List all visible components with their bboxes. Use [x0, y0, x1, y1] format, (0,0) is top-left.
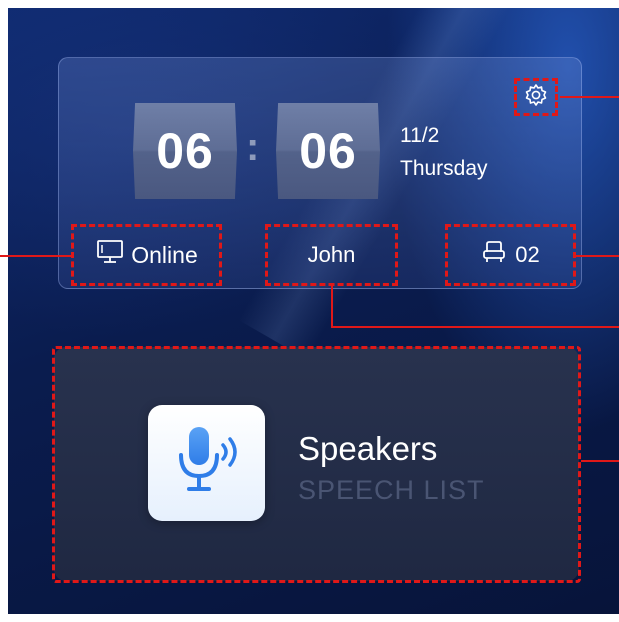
callout-line-seat	[576, 255, 619, 257]
callout-line-user-horizontal	[331, 326, 619, 328]
seat-number-button[interactable]: 02	[445, 224, 576, 286]
gear-icon	[524, 83, 548, 112]
clock-minutes: 06	[276, 103, 380, 199]
speakers-title: Speakers	[298, 430, 438, 467]
connection-status[interactable]: Online	[71, 224, 222, 286]
microphone-icon	[169, 421, 245, 506]
connection-status-label: Online	[131, 241, 198, 268]
callout-line-user-vertical	[331, 286, 333, 328]
seat-icon	[481, 240, 507, 270]
date-weekday: Thursday	[400, 157, 488, 180]
user-name-label: John	[307, 242, 356, 267]
monitor-icon	[95, 239, 125, 271]
clock-separator: :	[246, 125, 260, 169]
date-day: 11/2	[400, 124, 440, 147]
seat-number-label: 02	[515, 242, 540, 267]
user-name-button[interactable]: John	[265, 224, 398, 286]
callout-line-online	[0, 255, 71, 257]
callout-line-speakers	[581, 460, 619, 462]
settings-button[interactable]	[514, 78, 558, 116]
clock-hours: 06	[133, 103, 237, 199]
callout-line-settings	[560, 96, 619, 98]
speech-list-subtitle: SPEECH LIST	[298, 475, 485, 505]
speakers-tile[interactable]	[148, 405, 265, 521]
